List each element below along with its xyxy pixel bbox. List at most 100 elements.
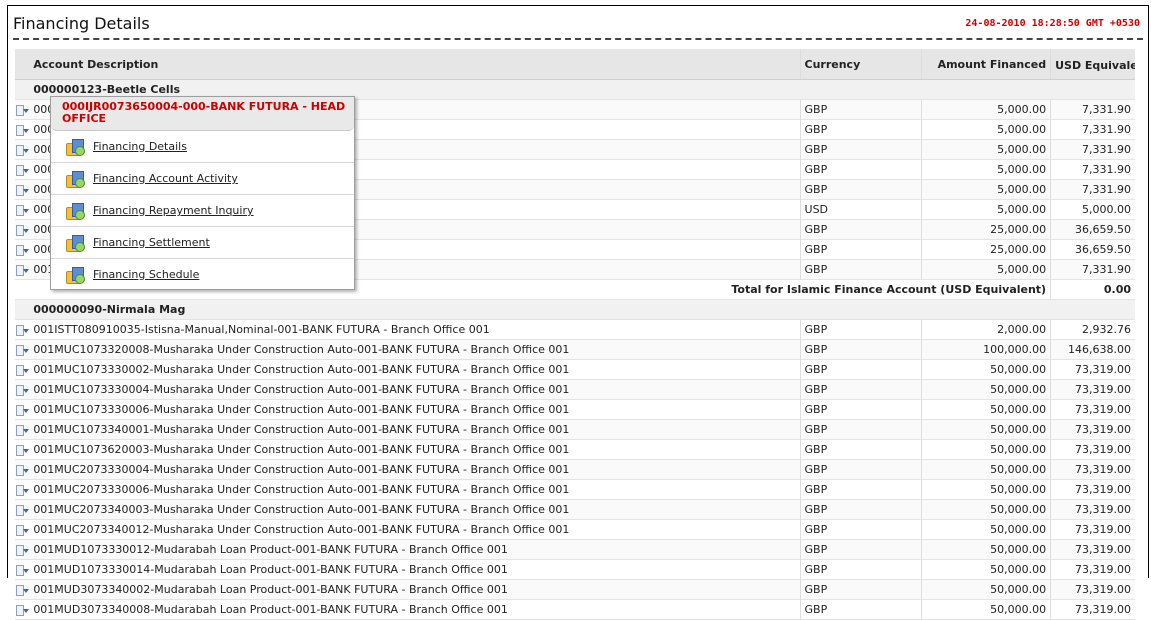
context-menu-item[interactable]: Financing Account Activity [51,163,354,195]
row-menu-icon[interactable] [15,444,29,456]
context-menu-item[interactable]: Financing Settlement [51,227,354,259]
table-row[interactable]: 001MUD1073330014-Mudarabah Loan Product-… [15,559,1135,580]
table-row[interactable]: 001ISTT080910035-Istisna-Manual,Nominal-… [15,319,1135,340]
account-description-cell[interactable]: 001MUC1073330002-Musharaka Under Constru… [29,359,801,380]
row-menu-icon[interactable] [15,164,29,176]
row-menu-icon[interactable] [15,604,29,616]
row-menu-icon[interactable] [15,484,29,496]
currency-cell: GBP [799,579,922,600]
dropdown-arrow-icon [23,388,29,393]
row-menu-icon[interactable] [15,464,29,476]
table-row[interactable]: 001MUC2073330006-Musharaka Under Constru… [15,479,1135,500]
context-menu-item[interactable]: Financing Details [51,131,354,163]
amount-financed-cell: 5,000.00 [921,139,1051,160]
account-description-cell[interactable]: 001MUD1073330012-Mudarabah Loan Product-… [29,539,801,560]
row-menu-icon[interactable] [15,384,29,396]
amount-financed-cell: 50,000.00 [921,539,1051,560]
table-row[interactable]: 001MUC1073340001-Musharaka Under Constru… [15,419,1135,440]
group-icon-cell [15,79,30,100]
amount-financed-cell: 50,000.00 [921,479,1051,500]
row-menu-icon[interactable] [15,264,29,276]
table-row[interactable]: 001MUC1073330006-Musharaka Under Constru… [15,399,1135,420]
table-row[interactable]: 001MUC2073340012-Musharaka Under Constru… [15,519,1135,540]
currency-cell: GBP [799,319,922,340]
customer-group-row: 000000090-Nirmala Mag [15,299,1135,320]
table-row[interactable]: 001MUD1073330012-Mudarabah Loan Product-… [15,539,1135,560]
usd-equivalent-cell: 73,319.00 [1050,479,1135,500]
account-description-cell[interactable]: 001MUC1073330004-Musharaka Under Constru… [29,379,801,400]
financing-details-icon [65,137,85,157]
amount-financed-cell: 50,000.00 [921,599,1051,620]
row-icon-cell [15,499,30,520]
row-menu-icon[interactable] [15,544,29,556]
row-menu-icon[interactable] [15,104,29,116]
dropdown-arrow-icon [23,528,29,533]
amount-financed-cell: 50,000.00 [921,519,1051,540]
account-description-cell[interactable]: 001MUC2073330006-Musharaka Under Constru… [29,479,801,500]
account-description-cell[interactable]: 001MUC2073340012-Musharaka Under Constru… [29,519,801,540]
dropdown-arrow-icon [23,508,29,513]
row-menu-icon[interactable] [15,584,29,596]
header-amount-financed[interactable]: Amount Financed [921,49,1051,80]
table-row[interactable]: 001MUC1073330004-Musharaka Under Constru… [15,379,1135,400]
row-icon-cell [15,359,30,380]
account-description-cell[interactable]: 001MUC1073620003-Musharaka Under Constru… [29,439,801,460]
header-currency[interactable]: Currency [799,49,922,80]
account-description-cell[interactable]: 001MUD3073340008-Mudarabah Loan Product-… [29,599,801,620]
usd-equivalent-cell: 73,319.00 [1050,419,1135,440]
row-icon-cell [15,339,30,360]
row-menu-icon[interactable] [15,144,29,156]
account-description-cell[interactable]: 001ISTT080910035-Istisna-Manual,Nominal-… [29,319,801,340]
usd-equivalent-cell: 7,331.90 [1050,259,1135,280]
amount-financed-cell: 50,000.00 [921,379,1051,400]
table-row[interactable]: 001MUC2073330004-Musharaka Under Constru… [15,459,1135,480]
amount-financed-cell: 5,000.00 [921,159,1051,180]
row-menu-icon[interactable] [15,524,29,536]
row-menu-icon[interactable] [15,244,29,256]
amount-financed-cell: 50,000.00 [921,559,1051,580]
row-menu-icon[interactable] [15,204,29,216]
dropdown-arrow-icon [23,328,29,333]
account-description-cell[interactable]: 001MUC2073340003-Musharaka Under Constru… [29,499,801,520]
account-description-cell[interactable]: 001MUC2073330004-Musharaka Under Constru… [29,459,801,480]
context-menu-item[interactable]: Financing Schedule [51,259,354,290]
header-account-description[interactable]: Account Description [29,49,801,80]
row-menu-icon[interactable] [15,124,29,136]
row-icon-cell [15,379,30,400]
account-description-cell[interactable]: 001MUD3073340002-Mudarabah Loan Product-… [29,579,801,600]
currency-cell: GBP [799,399,922,420]
row-menu-icon[interactable] [15,404,29,416]
currency-cell: GBP [799,139,922,160]
row-menu-icon[interactable] [15,364,29,376]
row-menu-icon[interactable] [15,564,29,576]
context-menu-items: Financing Details Financing Account Activ… [51,131,354,290]
amount-financed-cell: 50,000.00 [921,399,1051,420]
table-row[interactable]: 001MUD3073340008-Mudarabah Loan Product-… [15,599,1135,620]
row-menu-icon[interactable] [15,504,29,516]
row-menu-icon[interactable] [15,344,29,356]
table-row[interactable]: 001MUC1073320008-Musharaka Under Constru… [15,339,1135,360]
table-row[interactable]: 001MUC2073340003-Musharaka Under Constru… [15,499,1135,520]
account-description-cell[interactable]: 001MUC1073340001-Musharaka Under Constru… [29,419,801,440]
icon-column-header [15,49,30,80]
table-row[interactable]: 001MUD3073340002-Mudarabah Loan Product-… [15,579,1135,600]
currency-cell: USD [799,199,922,220]
currency-cell: GBP [799,179,922,200]
amount-financed-cell: 50,000.00 [921,579,1051,600]
amount-financed-cell: 50,000.00 [921,459,1051,480]
currency-cell: GBP [799,99,922,120]
row-menu-icon[interactable] [15,184,29,196]
row-menu-icon[interactable] [15,324,29,336]
header-usd-equivalent[interactable]: USD Equivalent [1050,49,1135,80]
table-row[interactable]: 001MUC1073330002-Musharaka Under Constru… [15,359,1135,380]
usd-equivalent-cell: 73,319.00 [1050,399,1135,420]
row-menu-icon[interactable] [15,424,29,436]
row-menu-icon[interactable] [15,224,29,236]
account-description-cell[interactable]: 001MUD1073330014-Mudarabah Loan Product-… [29,559,801,580]
account-description-cell[interactable]: 001MUC1073330006-Musharaka Under Constru… [29,399,801,420]
context-menu-item[interactable]: Financing Repayment Inquiry [51,195,354,227]
account-description-cell[interactable]: 001MUC1073320008-Musharaka Under Constru… [29,339,801,360]
dropdown-arrow-icon [23,488,29,493]
dropdown-arrow-icon [23,268,29,273]
table-row[interactable]: 001MUC1073620003-Musharaka Under Constru… [15,439,1135,460]
